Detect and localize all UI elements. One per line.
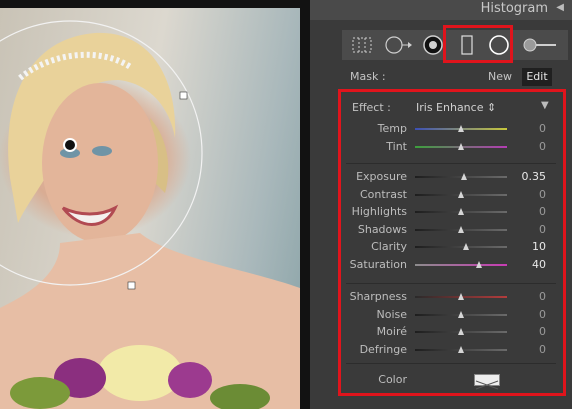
exposure-label: Exposure: [356, 170, 407, 183]
section-divider: [346, 363, 556, 364]
saturation-value[interactable]: 40: [510, 258, 546, 271]
effect-preset-value: Iris Enhance: [416, 101, 484, 114]
defringe-label: Defringe: [359, 342, 407, 356]
saturation-label: Saturation: [349, 258, 407, 271]
mask-new-button[interactable]: New: [488, 70, 512, 83]
sharpness-slider-thumb[interactable]: [458, 293, 464, 300]
tint-label: Tint: [386, 139, 407, 153]
effect-label: Effect :: [352, 101, 391, 114]
triangle-down-icon[interactable]: ▼: [541, 100, 549, 111]
saturation-slider[interactable]: [415, 264, 507, 266]
moir-slider-thumb[interactable]: [458, 328, 464, 336]
defringe-slider-thumb[interactable]: [458, 345, 464, 353]
photo-canvas[interactable]: [0, 0, 310, 409]
defringe-value[interactable]: 0: [510, 343, 546, 356]
effect-preset-select[interactable]: Iris Enhance ⇕: [416, 101, 496, 114]
moir-label: Moiré: [376, 325, 407, 339]
brush-icon[interactable]: [520, 34, 560, 56]
crop-grid-icon[interactable]: [350, 34, 374, 56]
clarity-value[interactable]: 10: [510, 240, 546, 253]
temp-slider-thumb[interactable]: [458, 125, 464, 132]
exposure-slider-thumb[interactable]: [460, 173, 467, 180]
exposure-value[interactable]: 0.35: [510, 170, 547, 183]
shadows-slider-thumb[interactable]: [458, 225, 464, 233]
noise-slider-thumb[interactable]: [458, 310, 464, 318]
portrait-photo[interactable]: [0, 8, 300, 409]
tint-value[interactable]: 0: [510, 140, 546, 153]
contrast-value[interactable]: 0: [510, 188, 546, 201]
clarity-label: Clarity: [371, 240, 407, 254]
shadows-value[interactable]: 0: [510, 223, 546, 236]
sharpness-label: Sharpness: [349, 290, 407, 303]
shadows-label: Shadows: [357, 222, 407, 236]
triangle-left-icon[interactable]: ◀: [556, 2, 564, 13]
clarity-slider[interactable]: [415, 246, 507, 249]
section-divider: [346, 163, 556, 164]
highlights-value[interactable]: 0: [510, 205, 546, 218]
highlights-label: Highlights: [351, 205, 407, 219]
temp-value[interactable]: 0: [510, 122, 546, 135]
mask-edit-button[interactable]: Edit: [522, 68, 552, 86]
photo-illustration: [0, 20, 300, 409]
mask-label: Mask :: [350, 70, 386, 83]
up-down-arrows-icon: ⇕: [486, 101, 497, 114]
no-color-swatch-icon[interactable]: [474, 374, 500, 390]
histogram-title: Histogram: [480, 1, 548, 16]
sharpness-value[interactable]: 0: [510, 290, 546, 303]
mask-row: Mask : New Edit: [340, 68, 558, 86]
filter-tools-highlight: [443, 25, 513, 63]
contrast-slider-thumb[interactable]: [458, 190, 464, 198]
color-label: Color: [378, 373, 407, 386]
noise-value[interactable]: 0: [510, 308, 546, 321]
section-divider: [346, 283, 556, 284]
highlights-slider-thumb[interactable]: [458, 208, 464, 216]
contrast-label: Contrast: [359, 187, 407, 201]
clarity-slider-thumb[interactable]: [462, 243, 469, 251]
noise-label: Noise: [376, 307, 407, 321]
saturation-slider-thumb[interactable]: [476, 261, 483, 268]
temp-label: Temp: [377, 122, 407, 135]
spot-removal-icon[interactable]: [382, 34, 416, 56]
tint-slider-thumb[interactable]: [458, 142, 464, 150]
moir-value[interactable]: 0: [510, 325, 546, 338]
histogram-header[interactable]: Histogram ◀: [310, 0, 572, 20]
